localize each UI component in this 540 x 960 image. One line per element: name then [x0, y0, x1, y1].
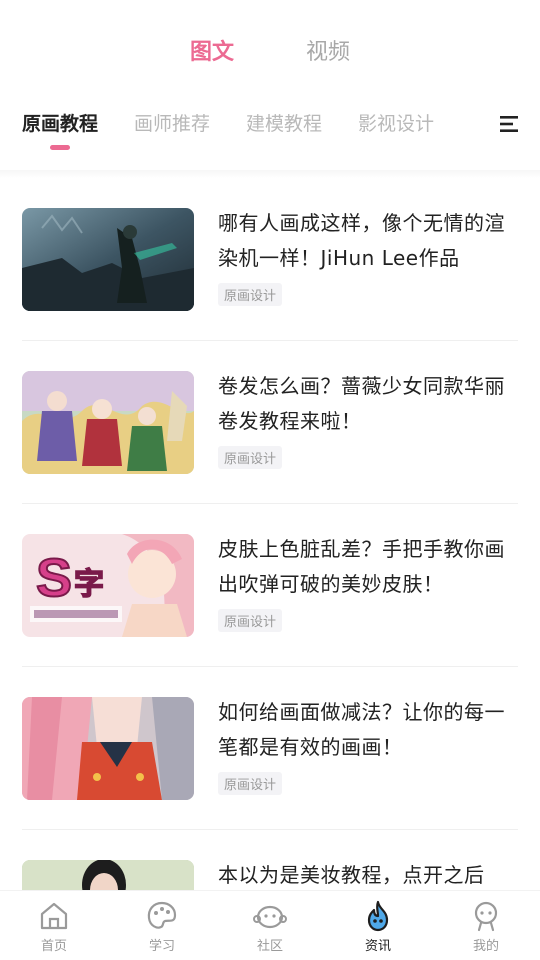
nav-profile[interactable]: 我的	[432, 891, 540, 960]
list-item[interactable]: 如何给画面做减法？让你的每一笔都是有效的画画！ 原画设计	[22, 667, 518, 830]
list-item[interactable]: 哪有人画成这样，像个无情的渲染机一样！JiHun Lee作品 原画设计	[22, 178, 518, 341]
category-tabs: 原画教程 画师推荐 建模教程 影视设计	[22, 104, 540, 150]
article-list[interactable]: 哪有人画成这样，像个无情的渲染机一样！JiHun Lee作品 原画设计 卷发怎么…	[0, 178, 540, 890]
list-menu-icon[interactable]	[500, 115, 518, 133]
article-tag: 原画设计	[218, 446, 283, 469]
article-title: 皮肤上色脏乱差？手把手教你画出吹弹可破的美妙皮肤！	[218, 537, 505, 596]
profile-icon	[474, 901, 498, 932]
article-title: 哪有人画成这样，像个无情的渲染机一样！JiHun Lee作品	[218, 211, 505, 270]
news-flame-icon	[367, 900, 389, 932]
article-thumbnail[interactable]	[22, 697, 194, 800]
nav-news[interactable]: 资讯	[324, 891, 432, 960]
article-title: 如何给画面做减法？让你的每一笔都是有效的画画！	[218, 700, 505, 759]
nav-study[interactable]: 学习	[108, 891, 216, 960]
article-title: 本以为是美妆教程，点开之后	[218, 863, 485, 887]
palette-icon	[147, 901, 177, 929]
svg-text:字: 字	[74, 567, 104, 602]
list-item[interactable]: 本以为是美妆教程，点开之后	[22, 830, 518, 890]
active-tab-indicator	[50, 145, 70, 150]
nav-label: 我的	[472, 939, 499, 954]
tab-image-text[interactable]: 图文	[190, 30, 234, 76]
category-tab-concept-art[interactable]: 原画教程	[22, 104, 99, 150]
nav-community[interactable]: 社区	[216, 891, 324, 960]
svg-text:S: S	[36, 548, 72, 608]
category-tab-artist-recommend[interactable]: 画师推荐	[134, 104, 210, 144]
nav-label: 社区	[256, 939, 283, 954]
category-tab-modeling[interactable]: 建模教程	[246, 104, 322, 144]
article-tag: 原画设计	[218, 609, 283, 632]
category-tab-label: 原画教程	[22, 113, 99, 135]
list-item[interactable]: 卷发怎么画？蔷薇少女同款华丽卷发教程来啦！ 原画设计	[22, 341, 518, 504]
nav-label: 资讯	[364, 939, 391, 954]
tab-video[interactable]: 视频	[306, 30, 350, 76]
community-icon	[253, 905, 287, 929]
article-thumbnail[interactable]	[22, 208, 194, 311]
content-type-tabs: 图文 视频	[0, 30, 540, 76]
nav-label: 学习	[148, 939, 175, 954]
list-item[interactable]: S 字 皮肤上色脏乱差？手把手教你画出吹弹可破的美妙皮肤！ 原画设计	[22, 504, 518, 667]
bottom-nav: 首页 学习 社区 资讯 我的	[0, 890, 540, 960]
nav-home[interactable]: 首页	[0, 891, 108, 960]
article-title: 卷发怎么画？蔷薇少女同款华丽卷发教程来啦！	[218, 374, 505, 433]
home-icon	[40, 902, 68, 930]
header-divider	[0, 170, 540, 178]
article-thumbnail[interactable]	[22, 860, 194, 890]
article-tag: 原画设计	[218, 772, 283, 795]
nav-label: 首页	[40, 939, 67, 954]
article-thumbnail[interactable]	[22, 371, 194, 474]
article-tag: 原画设计	[218, 283, 283, 306]
article-thumbnail[interactable]: S 字	[22, 534, 194, 637]
category-tab-film-design[interactable]: 影视设计	[358, 104, 434, 144]
